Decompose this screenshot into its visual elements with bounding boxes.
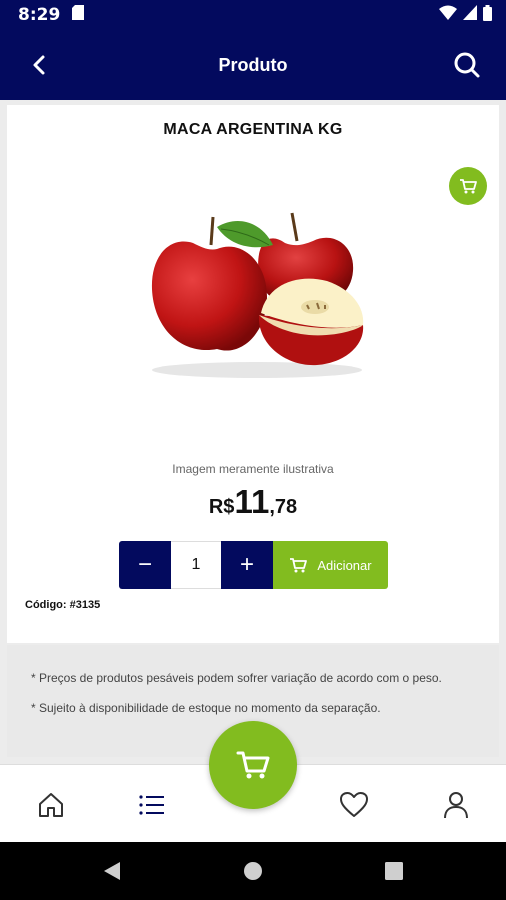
- wifi-icon: [439, 5, 457, 25]
- system-back-button[interactable]: [100, 859, 124, 883]
- system-home-button[interactable]: [241, 859, 265, 883]
- app-bar: Produto: [0, 30, 506, 100]
- heart-icon: [340, 792, 368, 817]
- home-icon: [39, 793, 63, 817]
- image-caption: Imagem meramente ilustrativa: [172, 462, 334, 476]
- product-card: MACA ARGENTINA KG Imagem meramente ilust…: [7, 105, 499, 643]
- battery-icon: [483, 4, 492, 26]
- status-time: 8:29: [18, 5, 61, 25]
- decrement-button[interactable]: −: [119, 541, 171, 589]
- user-icon: [444, 792, 468, 819]
- square-recents-icon: [385, 862, 403, 880]
- search-icon: [454, 52, 480, 78]
- add-to-cart-button[interactable]: Adicionar: [273, 541, 388, 589]
- sd-card-icon: [72, 5, 85, 25]
- price-integer: 11: [234, 483, 270, 520]
- search-button[interactable]: [450, 48, 484, 82]
- add-button-label: Adicionar: [317, 557, 372, 573]
- price-decimal: ,78: [269, 496, 298, 518]
- cart-badge-button[interactable]: [449, 167, 487, 205]
- chevron-left-icon: [33, 55, 45, 75]
- nav-home[interactable]: [33, 787, 69, 823]
- list-icon: [139, 795, 164, 815]
- triangle-back-icon: [104, 862, 120, 880]
- product-code: Código: #3135: [25, 599, 101, 611]
- quantity-value[interactable]: 1: [171, 541, 221, 589]
- cart-icon: [290, 558, 308, 573]
- cart-fab-button[interactable]: [209, 721, 297, 809]
- quantity-stepper: − 1 + Adicionar: [119, 541, 388, 589]
- back-button[interactable]: [24, 50, 54, 80]
- nav-list[interactable]: [134, 787, 170, 823]
- status-bar: 8:29: [0, 0, 506, 30]
- product-name: MACA ARGENTINA KG: [163, 121, 343, 138]
- system-recents-button[interactable]: [382, 859, 406, 883]
- note-weight: * Preços de produtos pesáveis podem sofr…: [31, 671, 442, 685]
- signal-icon: [463, 5, 477, 25]
- system-nav-bar: [0, 842, 506, 900]
- cart-icon: [460, 179, 477, 194]
- cart-icon: [236, 751, 270, 779]
- note-availability: * Sujeito à disponibilidade de estoque n…: [31, 701, 381, 715]
- circle-home-icon: [244, 862, 262, 880]
- increment-button[interactable]: +: [221, 541, 273, 589]
- price: R$11,78: [7, 483, 499, 521]
- nav-profile[interactable]: [438, 787, 474, 823]
- product-image: [151, 212, 364, 378]
- nav-favorites[interactable]: [336, 787, 372, 823]
- price-currency: R$: [208, 496, 235, 518]
- page-title: Produto: [218, 54, 288, 75]
